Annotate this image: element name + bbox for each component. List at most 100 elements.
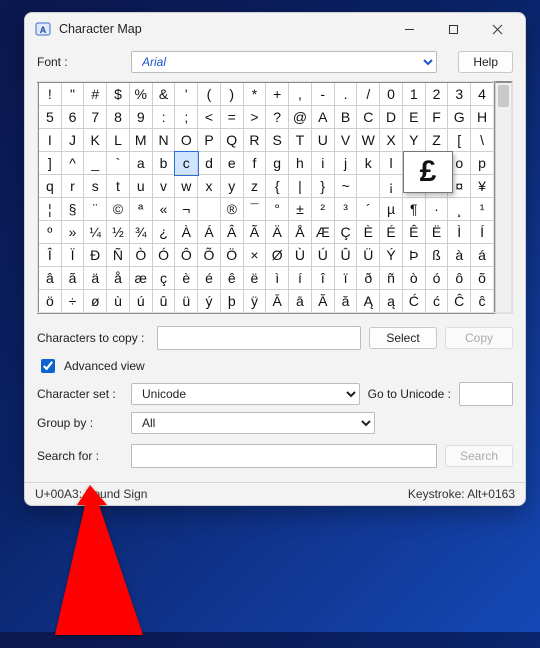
help-button[interactable]: Help bbox=[458, 51, 513, 73]
char-cell[interactable]: · bbox=[425, 198, 448, 221]
char-cell[interactable]: Ā bbox=[266, 290, 289, 314]
char-cell[interactable]: ú bbox=[129, 290, 152, 314]
char-cell[interactable]: H bbox=[471, 106, 494, 129]
char-cell[interactable]: ² bbox=[311, 198, 334, 221]
char-cell[interactable]: 1 bbox=[402, 82, 425, 106]
scrollbar-thumb[interactable] bbox=[498, 85, 509, 107]
char-cell[interactable]: S bbox=[266, 129, 289, 152]
char-cell[interactable]: V bbox=[334, 129, 357, 152]
char-cell[interactable]: z bbox=[243, 175, 266, 198]
char-cell[interactable]: Z bbox=[425, 129, 448, 152]
char-cell[interactable]: ¥ bbox=[471, 175, 494, 198]
char-cell[interactable]: ? bbox=[266, 106, 289, 129]
char-cell[interactable]: Ç bbox=[334, 221, 357, 244]
font-select[interactable]: Arial bbox=[131, 51, 437, 73]
char-cell[interactable]: " bbox=[61, 82, 84, 106]
char-cell[interactable]: Ï bbox=[61, 244, 84, 267]
char-cell[interactable]: % bbox=[129, 82, 152, 106]
char-cell[interactable]: ā bbox=[289, 290, 312, 314]
char-cell[interactable]: ï bbox=[334, 267, 357, 290]
char-cell[interactable]: I bbox=[38, 129, 61, 152]
char-cell[interactable]: í bbox=[289, 267, 312, 290]
char-cell[interactable]: } bbox=[311, 175, 334, 198]
char-cell[interactable]: [ bbox=[448, 129, 471, 152]
char-cell[interactable]: ø bbox=[84, 290, 107, 314]
char-cell[interactable]: ¸ bbox=[448, 198, 471, 221]
char-cell[interactable]: h bbox=[289, 152, 312, 175]
char-cell[interactable]: Y bbox=[402, 129, 425, 152]
select-button[interactable]: Select bbox=[369, 327, 437, 349]
search-input[interactable] bbox=[131, 444, 437, 468]
char-cell[interactable]: î bbox=[311, 267, 334, 290]
char-cell[interactable]: ; bbox=[175, 106, 198, 129]
char-cell[interactable]: L bbox=[107, 129, 130, 152]
char-cell[interactable]: . bbox=[334, 82, 357, 106]
char-cell[interactable]: à bbox=[448, 244, 471, 267]
copy-button[interactable]: Copy bbox=[445, 327, 513, 349]
char-cell[interactable]: ( bbox=[198, 82, 221, 106]
char-cell[interactable]: ' bbox=[175, 82, 198, 106]
char-cell[interactable]: T bbox=[289, 129, 312, 152]
char-cell[interactable]: è bbox=[175, 267, 198, 290]
char-cell[interactable]: È bbox=[357, 221, 380, 244]
char-cell[interactable]: þ bbox=[220, 290, 243, 314]
char-cell[interactable]: ĉ bbox=[471, 290, 494, 314]
char-cell[interactable]: W bbox=[357, 129, 380, 152]
char-cell[interactable]: Ä bbox=[266, 221, 289, 244]
char-cell[interactable]: E bbox=[402, 106, 425, 129]
char-cell[interactable]: l bbox=[380, 152, 403, 175]
character-grid[interactable]: !"#$%&'()*+,-./0123456789:;<=>?@ABCDEFGH… bbox=[37, 81, 495, 314]
char-cell[interactable]: Á bbox=[198, 221, 221, 244]
char-cell[interactable]: å bbox=[107, 267, 130, 290]
char-cell[interactable]: û bbox=[152, 290, 175, 314]
char-cell[interactable]: ÿ bbox=[243, 290, 266, 314]
char-cell[interactable]: / bbox=[357, 82, 380, 106]
char-cell[interactable]: N bbox=[152, 129, 175, 152]
char-cell[interactable]: Ú bbox=[311, 244, 334, 267]
char-cell[interactable]: Ù bbox=[289, 244, 312, 267]
char-cell[interactable]: ¹ bbox=[471, 198, 494, 221]
char-cell[interactable]: Å bbox=[289, 221, 312, 244]
char-cell[interactable]: ­ bbox=[198, 198, 221, 221]
char-cell[interactable]: : bbox=[152, 106, 175, 129]
char-cell[interactable]: Í bbox=[471, 221, 494, 244]
char-cell[interactable]: ÷ bbox=[61, 290, 84, 314]
char-cell[interactable]: K bbox=[84, 129, 107, 152]
char-cell[interactable]: © bbox=[107, 198, 130, 221]
char-cell[interactable]: ö bbox=[38, 290, 61, 314]
char-cell[interactable]: ª bbox=[129, 198, 152, 221]
char-cell[interactable]: Q bbox=[220, 129, 243, 152]
char-cell[interactable]: C bbox=[357, 106, 380, 129]
char-cell[interactable]: º bbox=[38, 221, 61, 244]
char-cell[interactable]: y bbox=[220, 175, 243, 198]
char-cell[interactable]: O bbox=[175, 129, 198, 152]
char-cell[interactable]: ¿ bbox=[152, 221, 175, 244]
char-cell[interactable]: ì bbox=[266, 267, 289, 290]
char-cell[interactable]: Ă bbox=[311, 290, 334, 314]
advanced-view-check[interactable]: Advanced view bbox=[37, 356, 513, 376]
char-cell[interactable]: f bbox=[243, 152, 266, 175]
char-cell[interactable]: ß bbox=[425, 244, 448, 267]
char-cell[interactable]: ¶ bbox=[402, 198, 425, 221]
char-cell[interactable]: 7 bbox=[84, 106, 107, 129]
char-cell[interactable]: < bbox=[198, 106, 221, 129]
char-cell[interactable]: Ą bbox=[357, 290, 380, 314]
char-cell[interactable]: + bbox=[266, 82, 289, 106]
char-cell[interactable]: ¾ bbox=[129, 221, 152, 244]
char-cell[interactable]: s bbox=[84, 175, 107, 198]
char-cell[interactable]: ½ bbox=[107, 221, 130, 244]
char-cell[interactable]: a bbox=[129, 152, 152, 175]
char-cell[interactable]: Ü bbox=[357, 244, 380, 267]
char-cell[interactable]: ¡ bbox=[380, 175, 403, 198]
char-cell[interactable]: D bbox=[380, 106, 403, 129]
char-cell[interactable]: e bbox=[220, 152, 243, 175]
char-cell[interactable]: â bbox=[38, 267, 61, 290]
char-cell[interactable]: ¨ bbox=[84, 198, 107, 221]
char-cell[interactable]: ä bbox=[84, 267, 107, 290]
char-cell[interactable]: ! bbox=[38, 82, 61, 106]
char-cell[interactable]: ý bbox=[198, 290, 221, 314]
char-cell[interactable]: Ñ bbox=[107, 244, 130, 267]
search-button[interactable]: Search bbox=[445, 445, 513, 467]
char-cell[interactable]: = bbox=[220, 106, 243, 129]
char-cell[interactable]: Ê bbox=[402, 221, 425, 244]
